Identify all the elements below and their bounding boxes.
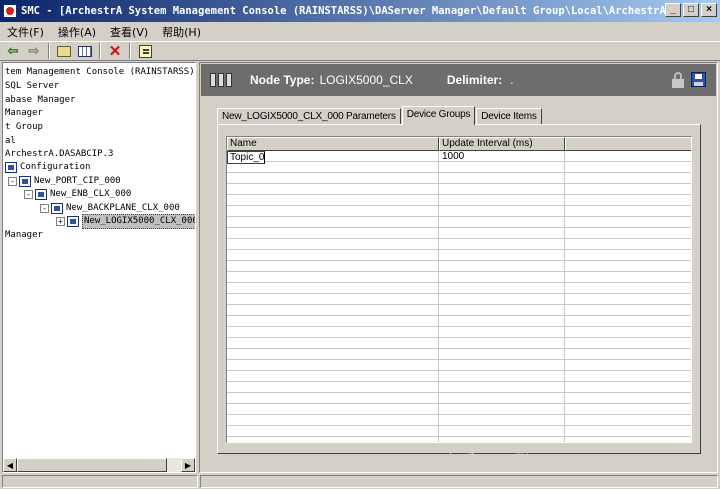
tree-item-label: ArchestrA.DASABCIP.3 (5, 149, 114, 159)
expand-icon[interactable]: + (56, 217, 65, 226)
window-title: SMC - [ArchestrA System Management Conso… (21, 5, 671, 17)
delete-icon[interactable]: ✕ (106, 43, 124, 60)
logix-node-icon (67, 216, 79, 227)
tree-item-label: t Group (5, 122, 43, 132)
tree-item-logix5000[interactable]: + New_LOGIX5000_CLX_000 (56, 214, 195, 229)
grid-body: Topic_0 1000 (227, 151, 691, 442)
tree-item[interactable]: t Group (5, 121, 43, 134)
tree-item-enb[interactable]: - New_ENB_CLX_000 (24, 188, 131, 201)
lock-icon[interactable] (672, 72, 684, 88)
tree-item[interactable]: Manager (5, 229, 43, 242)
tree-item-label: New_ENB_CLX_000 (50, 189, 132, 199)
tree-item-label: New_PORT_CIP_000 (34, 176, 121, 186)
minimize-button[interactable]: _ (665, 3, 681, 17)
collapse-icon[interactable]: - (8, 177, 17, 186)
node-type-value: LOGIX5000_CLX (319, 73, 413, 87)
delimiter-value: . (510, 73, 514, 87)
menu-view[interactable]: 查看(V) (103, 24, 155, 40)
properties-icon[interactable] (136, 43, 154, 59)
tab-device-items[interactable]: Device Items (476, 108, 542, 125)
toolbar-separator (129, 43, 131, 59)
tree-item-label: abase Manager (5, 95, 76, 105)
detail-tabs: New_LOGIX5000_CLX_000 Parameters Device … (217, 106, 543, 125)
watermark-text: 知乎 @plc群15961872327 (448, 453, 627, 469)
scroll-right-icon[interactable]: ▶ (181, 458, 195, 472)
configuration-icon (5, 162, 17, 173)
title-bar: SMC - [ArchestrA System Management Conso… (0, 0, 720, 22)
collapse-icon[interactable]: - (40, 204, 49, 213)
detail-pane: Node Type: LOGIX5000_CLX Delimiter: . Ne… (199, 62, 718, 473)
tree-item[interactable]: tem Management Console (RAINSTARSS) (5, 66, 195, 79)
column-header-name[interactable]: Name (227, 137, 439, 151)
tree-item[interactable]: Manager (5, 107, 43, 120)
device-node-icon (209, 70, 235, 90)
menu-action[interactable]: 操作(A) (51, 24, 103, 40)
menu-file[interactable]: 文件(F) (0, 24, 51, 40)
window-controls: _ □ × (665, 3, 717, 17)
tree-item-port[interactable]: - New_PORT_CIP_000 (8, 175, 121, 188)
tree-item-label: al (5, 136, 16, 146)
menu-bar: 文件(F) 操作(A) 查看(V) 帮助(H) (0, 22, 720, 41)
backplane-node-icon (51, 203, 63, 214)
tree-item-label: Configuration (20, 162, 91, 172)
status-panel (2, 475, 198, 488)
detail-header: Node Type: LOGIX5000_CLX Delimiter: . (201, 64, 716, 96)
collapse-icon[interactable]: - (24, 190, 33, 199)
tree-item[interactable]: al (5, 135, 16, 148)
column-header-empty[interactable] (565, 137, 691, 151)
delimiter-label: Delimiter: (446, 73, 503, 87)
tree-item-label: tem Management Console (RAINSTARSS) (5, 67, 195, 77)
maximize-button[interactable]: □ (683, 3, 699, 17)
column-header-update-interval[interactable]: Update Interval (ms) (439, 137, 565, 151)
device-groups-panel: Name Update Interval (ms) Topic_0 1000 (217, 124, 701, 454)
column-divider (438, 151, 439, 442)
menu-help[interactable]: 帮助(H) (155, 24, 208, 40)
tree-item-configuration[interactable]: Configuration (5, 161, 90, 174)
status-bar (0, 474, 720, 489)
tab-parameters[interactable]: New_LOGIX5000_CLX_000 Parameters (217, 108, 401, 125)
tree-item-label: Manager (5, 108, 43, 118)
node-type-label: Node Type: (250, 73, 315, 87)
tree-item[interactable]: ArchestrA.DASABCIP.3 (5, 148, 113, 161)
tree-item-label: SQL Server (5, 81, 60, 91)
scroll-thumb[interactable] (17, 458, 167, 472)
save-icon[interactable] (691, 72, 706, 87)
smc-app-icon[interactable] (3, 4, 17, 18)
tree-item[interactable]: abase Manager (5, 94, 75, 107)
up-folder-icon[interactable] (55, 43, 73, 59)
toolbar-separator (99, 43, 101, 59)
back-icon[interactable]: ⇦ (4, 43, 22, 59)
toolbar: ⇦ ⇨ ✕ (0, 41, 720, 61)
forward-icon[interactable]: ⇨ (25, 43, 43, 59)
tab-device-groups[interactable]: Device Groups (401, 106, 476, 125)
device-groups-grid[interactable]: Name Update Interval (ms) Topic_0 1000 (226, 136, 692, 443)
port-node-icon (19, 176, 31, 187)
enb-node-icon (35, 189, 47, 200)
tree-horizontal-scrollbar[interactable]: ◀ ▶ (3, 458, 195, 472)
tree-item[interactable]: SQL Server (5, 80, 59, 93)
console-tree[interactable]: tem Management Console (RAINSTARSS) SQL … (2, 62, 196, 473)
scroll-track[interactable] (167, 458, 181, 472)
tree-item-label: New_LOGIX5000_CLX_000 (82, 214, 195, 229)
close-button[interactable]: × (701, 3, 717, 17)
row-interval-cell[interactable]: 1000 (440, 151, 464, 162)
status-panel (200, 475, 718, 488)
grid-header: Name Update Interval (ms) (227, 137, 691, 151)
tree-item-label: Manager (5, 230, 43, 240)
toolbar-separator (48, 43, 50, 59)
scroll-left-icon[interactable]: ◀ (3, 458, 17, 472)
column-divider (564, 151, 565, 442)
row-name-cell[interactable]: Topic_0 (227, 151, 266, 164)
show-hide-tree-icon[interactable] (76, 43, 94, 59)
